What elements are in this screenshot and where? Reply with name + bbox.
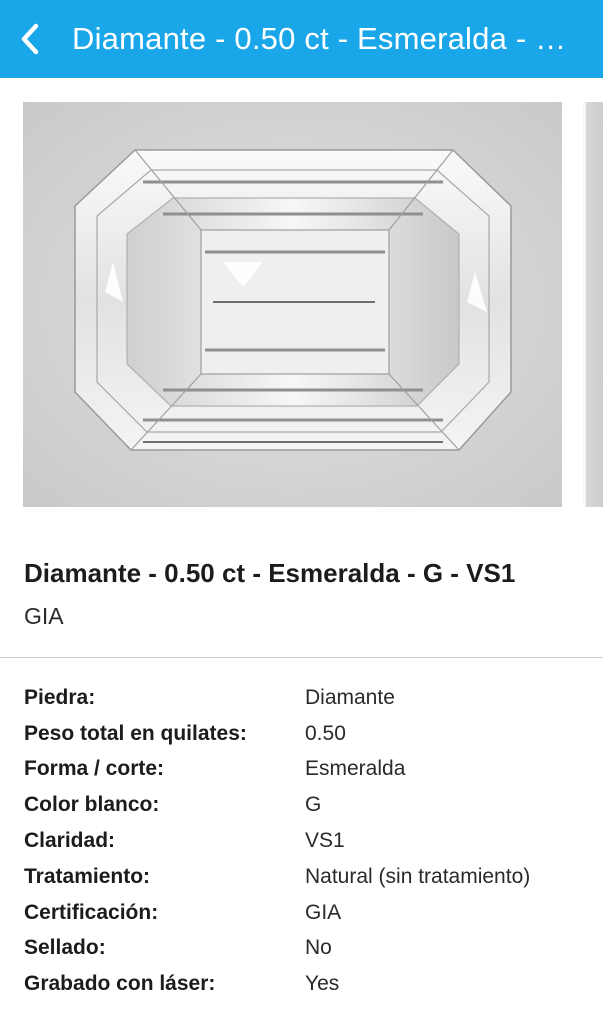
spec-value: VS1 (305, 829, 345, 853)
spec-label: Certificación: (24, 900, 159, 924)
spec-label: Tratamiento: (24, 864, 151, 888)
page-title: Diamante - 0.50 ct - Esmeralda - G - VS1 (72, 21, 572, 56)
product-title: Diamante - 0.50 ct - Esmeralda - G - VS1 (24, 558, 516, 588)
spec-value: Yes (305, 972, 340, 996)
spec-row: Color blanco: G (24, 787, 594, 823)
spec-label: Sellado: (24, 936, 106, 960)
spec-label: Forma / corte: (24, 757, 165, 781)
spec-row: Tratamiento: Natural (sin tratamiento) (24, 859, 594, 895)
spec-row: Peso total en quilates: 0.50 (24, 716, 594, 752)
emerald-cut-diamond-image (74, 149, 512, 451)
spec-label: Color blanco: (24, 793, 160, 817)
spec-value: G (305, 793, 322, 817)
spec-row: Claridad: VS1 (24, 823, 594, 859)
spec-value: Diamante (305, 685, 395, 709)
spec-row: Piedra: Diamante (24, 680, 594, 716)
spec-label: Piedra: (24, 685, 96, 709)
spec-label: Peso total en quilates: (24, 721, 247, 745)
next-photo-preview[interactable] (583, 102, 603, 507)
certification-subtitle: GIA (24, 603, 64, 629)
spec-value: GIA (305, 900, 342, 924)
specs-table: Piedra: Diamante Peso total en quilates:… (24, 680, 594, 1002)
divider (0, 657, 603, 658)
back-button[interactable] (0, 0, 60, 78)
product-photo[interactable] (23, 102, 562, 507)
image-gallery[interactable] (0, 78, 603, 520)
spec-label: Claridad: (24, 829, 116, 853)
spec-value: No (305, 936, 332, 960)
spec-value: Esmeralda (305, 757, 406, 781)
spec-value: Natural (sin tratamiento) (305, 864, 531, 888)
spec-row: Grabado con láser: Yes (24, 966, 594, 1002)
spec-row: Certificación: GIA (24, 895, 594, 931)
spec-row: Sellado: No (24, 931, 594, 967)
chevron-left-icon (21, 23, 39, 55)
spec-value: 0.50 (305, 721, 346, 745)
app-bar: Diamante - 0.50 ct - Esmeralda - G - VS1 (0, 0, 603, 78)
spec-row: Forma / corte: Esmeralda (24, 752, 594, 788)
spec-label: Grabado con láser: (24, 972, 216, 996)
